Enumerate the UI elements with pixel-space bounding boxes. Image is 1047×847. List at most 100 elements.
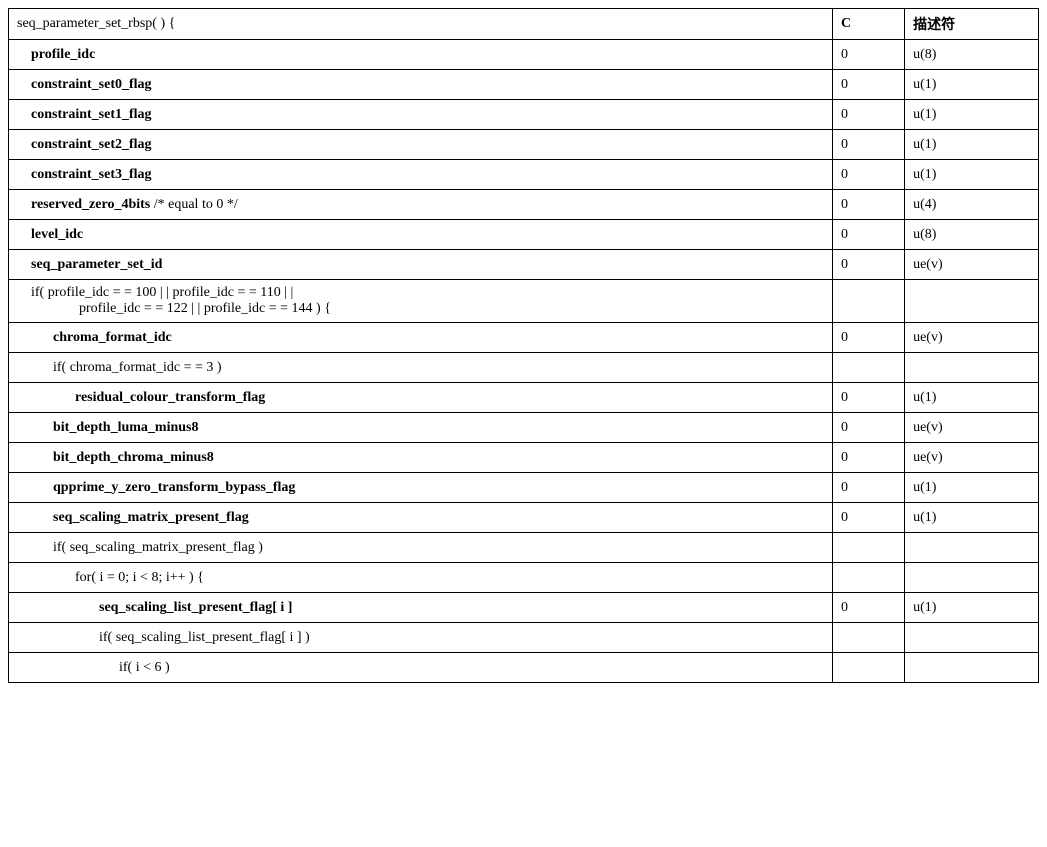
syntax-text: constraint_set3_flag <box>31 167 152 182</box>
descriptor-cell <box>905 563 1039 593</box>
descriptor-cell: u(1) <box>905 383 1039 413</box>
syntax-cell: seq_parameter_set_id <box>9 250 833 280</box>
c-cell: 0 <box>833 220 905 250</box>
descriptor-cell: u(4) <box>905 190 1039 220</box>
c-cell: 0 <box>833 160 905 190</box>
syntax-cell: profile_idc <box>9 40 833 70</box>
table-row: profile_idc0u(8) <box>9 40 1039 70</box>
syntax-text-line2: profile_idc = = 122 | | profile_idc = = … <box>31 301 824 317</box>
syntax-table: seq_parameter_set_rbsp( ) { C 描述符 profil… <box>8 8 1039 683</box>
table-row: level_idc0u(8) <box>9 220 1039 250</box>
descriptor-cell: u(1) <box>905 503 1039 533</box>
table-row: constraint_set2_flag 0u(1) <box>9 130 1039 160</box>
c-cell <box>833 533 905 563</box>
syntax-text: if( chroma_format_idc = = 3 ) <box>53 360 222 375</box>
table-row: constraint_set0_flag 0u(1) <box>9 70 1039 100</box>
syntax-text: seq_scaling_list_present_flag[ i ] <box>99 600 292 615</box>
table-row: constraint_set1_flag 0u(1) <box>9 100 1039 130</box>
syntax-cell: bit_depth_chroma_minus8 <box>9 443 833 473</box>
descriptor-cell <box>905 353 1039 383</box>
syntax-cell: if( chroma_format_idc = = 3 ) <box>9 353 833 383</box>
descriptor-cell: ue(v) <box>905 250 1039 280</box>
c-cell: 0 <box>833 383 905 413</box>
syntax-cell: if( profile_idc = = 100 | | profile_idc … <box>9 280 833 323</box>
c-cell: 0 <box>833 70 905 100</box>
descriptor-cell: ue(v) <box>905 413 1039 443</box>
syntax-cell: residual_colour_transform_flag <box>9 383 833 413</box>
syntax-cell: seq_scaling_list_present_flag[ i ] <box>9 593 833 623</box>
syntax-text: chroma_format_idc <box>53 330 172 345</box>
descriptor-cell: u(1) <box>905 100 1039 130</box>
syntax-text: constraint_set2_flag <box>31 137 152 152</box>
table-header-row: seq_parameter_set_rbsp( ) { C 描述符 <box>9 9 1039 40</box>
descriptor-cell <box>905 533 1039 563</box>
table-row: qpprime_y_zero_transform_bypass_flag 0u(1… <box>9 473 1039 503</box>
syntax-text: bit_depth_luma_minus8 <box>53 420 198 435</box>
c-cell: 0 <box>833 130 905 160</box>
syntax-cell: bit_depth_luma_minus8 <box>9 413 833 443</box>
c-cell: 0 <box>833 413 905 443</box>
syntax-text: bit_depth_chroma_minus8 <box>53 450 214 465</box>
syntax-text: residual_colour_transform_flag <box>75 390 265 405</box>
c-cell: 0 <box>833 250 905 280</box>
syntax-text: qpprime_y_zero_transform_bypass_flag <box>53 480 295 495</box>
table-row: residual_colour_transform_flag 0u(1) <box>9 383 1039 413</box>
c-cell: 0 <box>833 40 905 70</box>
table-row: bit_depth_chroma_minus8 0ue(v) <box>9 443 1039 473</box>
table-row: seq_scaling_list_present_flag[ i ] 0u(1) <box>9 593 1039 623</box>
c-cell <box>833 280 905 323</box>
descriptor-cell: u(1) <box>905 130 1039 160</box>
descriptor-cell <box>905 280 1039 323</box>
table-row: if( profile_idc = = 100 | | profile_idc … <box>9 280 1039 323</box>
table-row: seq_scaling_matrix_present_flag 0u(1) <box>9 503 1039 533</box>
table-row: seq_parameter_set_id 0ue(v) <box>9 250 1039 280</box>
syntax-cell: constraint_set3_flag <box>9 160 833 190</box>
syntax-cell: if( i < 6 ) <box>9 653 833 683</box>
header-desc: 描述符 <box>905 9 1039 40</box>
table-row: if( chroma_format_idc = = 3 ) <box>9 353 1039 383</box>
syntax-cell: constraint_set0_flag <box>9 70 833 100</box>
table-row: if( i < 6 ) <box>9 653 1039 683</box>
descriptor-cell: ue(v) <box>905 443 1039 473</box>
descriptor-cell <box>905 653 1039 683</box>
table-row: for( i = 0; i < 8; i++ ) { <box>9 563 1039 593</box>
syntax-cell: level_idc <box>9 220 833 250</box>
c-cell: 0 <box>833 473 905 503</box>
descriptor-cell: u(1) <box>905 473 1039 503</box>
syntax-cell: if( seq_scaling_list_present_flag[ i ] ) <box>9 623 833 653</box>
c-cell <box>833 563 905 593</box>
syntax-text: for( i = 0; i < 8; i++ ) { <box>75 570 204 585</box>
syntax-text: if( seq_scaling_matrix_present_flag ) <box>53 540 263 555</box>
descriptor-cell: u(1) <box>905 593 1039 623</box>
c-cell: 0 <box>833 190 905 220</box>
syntax-cell: seq_scaling_matrix_present_flag <box>9 503 833 533</box>
syntax-cell: for( i = 0; i < 8; i++ ) { <box>9 563 833 593</box>
syntax-text: constraint_set0_flag <box>31 77 152 92</box>
descriptor-cell <box>905 623 1039 653</box>
descriptor-cell: u(1) <box>905 160 1039 190</box>
syntax-cell: chroma_format_idc <box>9 323 833 353</box>
syntax-cell: reserved_zero_4bits /* equal to 0 */ <box>9 190 833 220</box>
syntax-text: if( profile_idc = = 100 | | profile_idc … <box>31 285 293 300</box>
descriptor-cell: u(1) <box>905 70 1039 100</box>
syntax-cell: if( seq_scaling_matrix_present_flag ) <box>9 533 833 563</box>
c-cell: 0 <box>833 593 905 623</box>
table-row: if( seq_scaling_matrix_present_flag ) <box>9 533 1039 563</box>
syntax-text: seq_scaling_matrix_present_flag <box>53 510 249 525</box>
syntax-cell: constraint_set2_flag <box>9 130 833 160</box>
c-cell <box>833 653 905 683</box>
descriptor-cell: u(8) <box>905 220 1039 250</box>
c-cell: 0 <box>833 503 905 533</box>
descriptor-cell: ue(v) <box>905 323 1039 353</box>
c-cell: 0 <box>833 443 905 473</box>
c-cell: 0 <box>833 100 905 130</box>
syntax-text: seq_parameter_set_id <box>31 257 162 272</box>
syntax-comment: /* equal to 0 */ <box>150 197 238 212</box>
c-cell: 0 <box>833 323 905 353</box>
syntax-text: profile_idc <box>31 47 95 62</box>
syntax-text: constraint_set1_flag <box>31 107 152 122</box>
header-syntax: seq_parameter_set_rbsp( ) { <box>9 9 833 40</box>
syntax-cell: qpprime_y_zero_transform_bypass_flag <box>9 473 833 503</box>
table-row: constraint_set3_flag 0u(1) <box>9 160 1039 190</box>
syntax-text: if( seq_scaling_list_present_flag[ i ] ) <box>99 630 310 645</box>
